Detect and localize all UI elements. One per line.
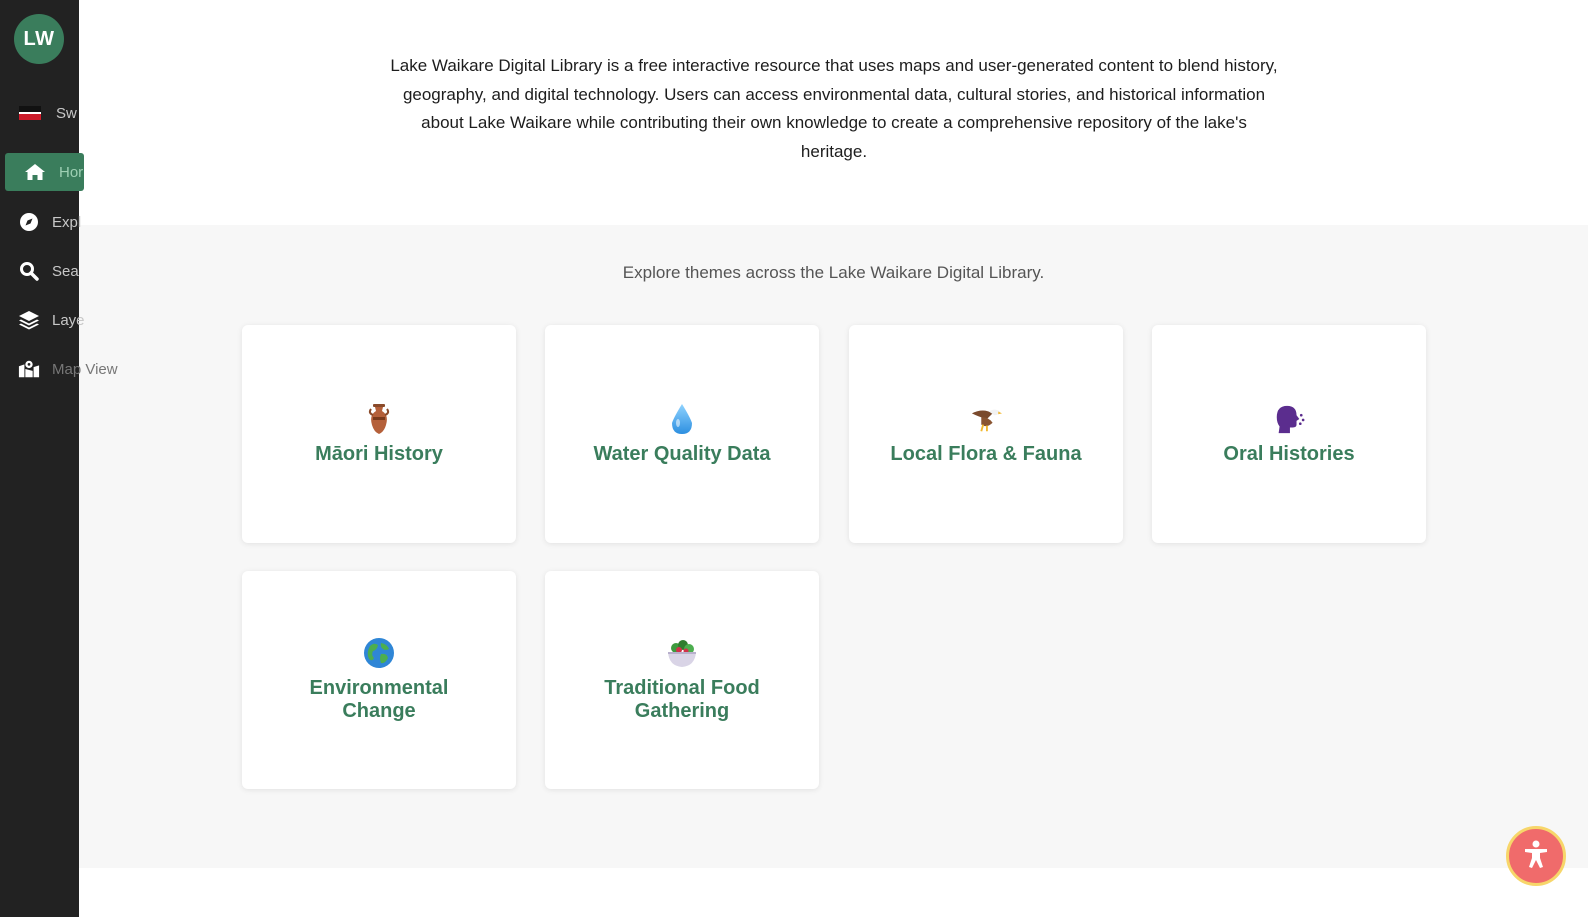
salad-bowl-icon bbox=[666, 637, 698, 669]
sidebar-item-label: Map View bbox=[52, 360, 118, 378]
sidebar-item-label: Hor bbox=[59, 163, 84, 181]
theme-card-title: Local Flora & Fauna bbox=[890, 442, 1082, 465]
theme-card-title: Traditional Food Gathering bbox=[604, 677, 760, 722]
compass-icon bbox=[18, 211, 40, 233]
theme-card-title: Oral Histories bbox=[1223, 442, 1355, 465]
eagle-icon bbox=[970, 403, 1002, 435]
theme-card-oral-histories[interactable]: Oral Histories bbox=[1152, 325, 1426, 543]
theme-card-title: Māori History bbox=[315, 442, 443, 465]
sidebar-item-switch-language[interactable]: Sw bbox=[19, 94, 77, 132]
theme-card-title: Environmental Change bbox=[309, 677, 449, 722]
map-marker-icon bbox=[18, 358, 40, 380]
theme-card-environmental-change[interactable]: Environmental Change bbox=[242, 571, 516, 789]
sidebar-item-map-view[interactable]: Map View bbox=[18, 350, 118, 388]
amphora-icon bbox=[363, 403, 395, 435]
accessibility-icon bbox=[1523, 840, 1549, 873]
maori-flag-icon bbox=[19, 102, 41, 124]
sidebar-item-label: Laye bbox=[52, 311, 85, 329]
sidebar-item-label: Sea bbox=[52, 262, 79, 280]
droplet-icon bbox=[666, 403, 698, 435]
sidebar-item-layers[interactable]: Laye bbox=[18, 301, 85, 339]
sidebar: LW Sw Hor Expl Sea Laye Map View bbox=[0, 0, 118, 917]
theme-card-traditional-food[interactable]: Traditional Food Gathering bbox=[545, 571, 819, 789]
themes-heading: Explore themes across the Lake Waikare D… bbox=[622, 263, 1045, 282]
sidebar-item-label: Expl bbox=[52, 213, 82, 231]
sidebar-item-explore[interactable]: Expl bbox=[18, 203, 81, 241]
themes-section: Explore themes across the Lake Waikare D… bbox=[79, 225, 1588, 868]
sidebar-item-search[interactable]: Sea bbox=[18, 252, 79, 290]
sidebar-item-label: Sw bbox=[56, 104, 77, 122]
theme-card-title: Water Quality Data bbox=[593, 442, 771, 465]
search-icon bbox=[18, 260, 40, 282]
sidebar-item-home[interactable]: Hor bbox=[5, 153, 84, 191]
theme-card-flora-fauna[interactable]: Local Flora & Fauna bbox=[849, 325, 1123, 543]
speaking-head-icon bbox=[1273, 403, 1305, 435]
theme-card-water-quality[interactable]: Water Quality Data bbox=[545, 325, 819, 543]
accessibility-button[interactable] bbox=[1506, 826, 1566, 886]
intro-text: Lake Waikare Digital Library is a free i… bbox=[390, 56, 1278, 161]
globe-icon bbox=[363, 637, 395, 669]
layers-icon bbox=[18, 309, 40, 331]
logo[interactable]: LW bbox=[14, 14, 64, 64]
home-icon bbox=[24, 161, 46, 183]
theme-card-maori-history[interactable]: Māori History bbox=[242, 325, 516, 543]
